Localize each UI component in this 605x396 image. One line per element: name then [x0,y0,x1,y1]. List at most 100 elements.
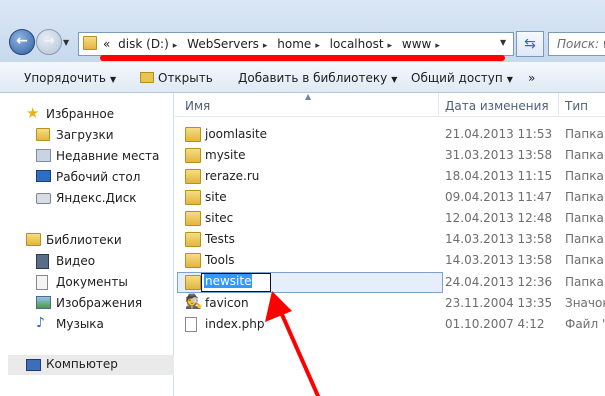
share-label: Общий доступ [411,71,503,85]
folder-icon [83,36,97,50]
column-divider[interactable] [558,93,559,117]
breadcrumb-separator-icon[interactable]: ▸ [263,41,268,51]
nav-label: Яндекс.Диск [56,191,137,205]
navigation-pane: ★ Избранное Загрузки Недавние места Рабо… [0,93,174,396]
refresh-icon: ⇆ [524,36,536,52]
column-header-date[interactable]: Дата изменения [445,99,549,113]
file-name: sitec [205,211,234,225]
search-input[interactable]: Поиск: www [548,32,605,56]
file-type: Файл "P [565,317,605,331]
favicon-icon: 🕵 [185,294,203,310]
more-button[interactable]: » [528,71,535,85]
file-type: Папка с [565,127,605,141]
nav-label: Избранное [46,107,115,121]
breadcrumb-overflow[interactable]: « [103,37,110,51]
refresh-button[interactable]: ⇆ [516,31,544,57]
column-headers: ▲ Имя Дата изменения Тип [175,92,605,117]
folder-icon [185,253,201,268]
rename-field[interactable]: newsite [201,273,271,292]
list-item[interactable]: Tests 14.03.2013 13:58 Папка с [175,229,605,250]
file-type: Папка с [565,211,605,225]
file-date: 18.04.2013 11:15 [445,169,553,183]
address-bar[interactable]: « disk (D:) ▸ WebServers ▸ home ▸ localhost… [78,32,514,56]
open-folder-icon [140,72,154,83]
file-name: Tools [205,253,235,267]
file-date: 31.03.2013 13:58 [445,148,553,162]
column-divider[interactable] [438,93,439,117]
music-icon: ♪ [36,315,45,331]
breadcrumb-disk[interactable]: disk (D:) [118,37,169,51]
nav-label: Рабочий стол [56,170,141,184]
nav-label: Видео [56,254,96,268]
breadcrumb-separator-icon[interactable]: ▸ [388,41,393,51]
list-item[interactable]: Tools 14.03.2013 13:58 Папка с [175,250,605,271]
list-item[interactable]: reraze.ru 18.04.2013 11:15 Папка с [175,166,605,187]
breadcrumb-separator-icon[interactable]: ▸ [173,41,178,51]
breadcrumb-separator-icon[interactable]: ▸ [315,41,320,51]
recent-places-icon [36,149,51,162]
breadcrumb-home[interactable]: home [277,37,311,51]
folder-icon [185,211,201,226]
back-arrow-icon: ← [16,33,28,49]
organize-label: Упорядочить [24,71,106,85]
file-date: 01.10.2007 4:12 [445,317,545,331]
forward-arrow-icon: → [43,33,55,49]
file-icon [185,317,197,332]
computer-icon [26,359,41,371]
add-to-library-button[interactable]: Добавить в библиотеку ▼ [238,71,397,85]
documents-icon [36,275,48,290]
breadcrumb-webservers[interactable]: WebServers [187,37,259,51]
list-item[interactable]: 🕵 favicon 23.11.2004 13:35 Значок [175,293,605,314]
chevron-down-icon: ▼ [391,75,398,84]
file-type: Папка с [565,253,605,267]
file-name: mysite [205,148,246,162]
forward-button[interactable]: → [36,29,62,55]
file-type: Папка с [565,275,605,289]
downloads-folder-icon [36,128,50,141]
list-item[interactable]: joomlasite 21.04.2013 11:53 Папка с [175,124,605,145]
open-button[interactable]: Открыть [140,71,213,85]
folder-icon [185,169,201,184]
list-item[interactable]: mysite 31.03.2013 13:58 Папка с [175,145,605,166]
breadcrumb-localhost[interactable]: localhost [330,37,384,51]
chevron-down-icon: ▼ [506,75,513,84]
file-date: 14.03.2013 13:58 [445,253,553,267]
address-toolbar: ← → ▼ « disk (D:) ▸ WebServers ▸ home ▸ loc… [0,0,605,62]
file-name: Tests [205,232,235,246]
organize-button[interactable]: Упорядочить ▼ [24,71,116,85]
nav-label: Недавние места [56,149,160,163]
file-date: 09.04.2013 11:47 [445,190,553,204]
file-name: index.php [205,317,265,331]
file-date: 24.04.2013 12:36 [445,275,553,289]
list-item[interactable]: index.php 01.10.2007 4:12 Файл "P [175,314,605,335]
rename-selected-text: newsite [204,274,253,288]
back-button[interactable]: ← [9,29,35,55]
folder-icon [185,232,201,247]
file-date: 14.03.2013 13:58 [445,232,553,246]
file-name: favicon [205,296,249,310]
breadcrumb: « disk (D:) ▸ WebServers ▸ home ▸ localhost… [103,37,446,51]
file-date: 21.04.2013 11:53 [445,127,553,141]
file-name: joomlasite [205,127,268,141]
folder-icon [185,190,201,205]
breadcrumb-www[interactable]: www [402,37,431,51]
breadcrumb-separator-icon[interactable]: ▸ [435,41,440,51]
list-item[interactable]: sitec 12.04.2013 12:48 Папка с [175,208,605,229]
disk-icon [36,193,51,204]
list-item-renaming[interactable]: newsite 24.04.2013 12:36 Папка с [175,272,605,293]
column-header-type[interactable]: Тип [565,99,588,113]
column-header-name[interactable]: Имя [185,99,210,113]
file-date: 12.04.2013 12:48 [445,211,553,225]
list-item[interactable]: site 09.04.2013 11:47 Папка с [175,187,605,208]
share-button[interactable]: Общий доступ ▼ [411,71,513,85]
nav-label: Документы [56,275,128,289]
history-dropdown-icon[interactable]: ▼ [63,38,69,47]
folder-icon [185,275,201,290]
chevron-down-icon: ▼ [109,75,117,84]
nav-label: Музыка [56,317,104,331]
address-dropdown-icon[interactable]: ▼ [500,38,506,47]
nav-label: Компьютер [46,357,118,371]
video-icon [36,254,49,269]
file-type: Папка с [565,190,605,204]
folder-icon [185,148,201,163]
